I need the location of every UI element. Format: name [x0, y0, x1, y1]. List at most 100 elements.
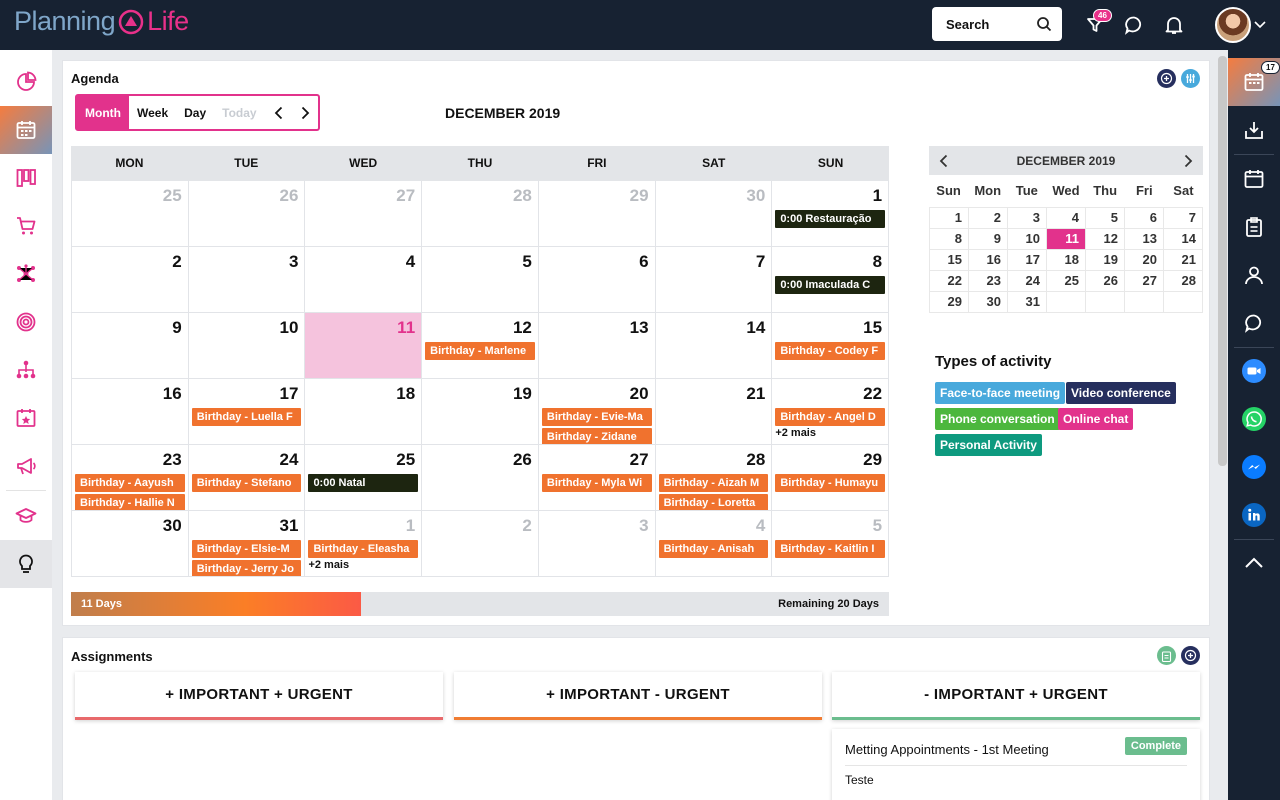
- mini-day[interactable]: 13: [1125, 229, 1164, 250]
- next-month-button[interactable]: [292, 96, 319, 129]
- calendar-day-cell[interactable]: 3: [539, 511, 656, 576]
- calendar-day-cell[interactable]: 21: [656, 379, 773, 444]
- mini-day[interactable]: 28: [1164, 271, 1203, 292]
- right-item-collapse[interactable]: [1228, 539, 1280, 587]
- page-scrollbar[interactable]: [1218, 56, 1227, 466]
- calendar-event[interactable]: 0:00 Restauração: [775, 210, 886, 228]
- calendar-day-cell[interactable]: 9: [72, 313, 189, 378]
- calendar-day-cell[interactable]: 8 0:00 Imaculada C: [772, 247, 890, 312]
- assignments-list-button[interactable]: [1157, 646, 1176, 665]
- calendar-day-cell[interactable]: 6: [539, 247, 656, 312]
- mini-day[interactable]: 25: [1047, 271, 1086, 292]
- notifications-button[interactable]: [1162, 13, 1186, 37]
- mini-day[interactable]: 29: [930, 292, 969, 313]
- calendar-event[interactable]: Birthday - Marlene: [425, 342, 535, 360]
- calendar-day-cell[interactable]: 29: [539, 181, 656, 246]
- calendar-event[interactable]: Birthday - Hallie N: [75, 494, 185, 510]
- sidebar-item-ideas[interactable]: [0, 540, 52, 588]
- calendar-day-cell[interactable]: 30: [72, 511, 189, 576]
- calendar-day-cell[interactable]: 25 0:00 Natal: [305, 445, 423, 510]
- add-assignment-button[interactable]: [1181, 646, 1200, 665]
- sidebar-item-marketing[interactable]: [0, 442, 52, 490]
- sidebar-item-training[interactable]: [0, 492, 52, 540]
- right-item-schedule[interactable]: [1228, 155, 1280, 203]
- mini-day[interactable]: 15: [930, 250, 969, 271]
- mini-day[interactable]: 23: [969, 271, 1008, 292]
- sidebar-item-organization[interactable]: [0, 346, 52, 394]
- mini-day[interactable]: 8: [930, 229, 969, 250]
- mini-day[interactable]: 22: [930, 271, 969, 292]
- calendar-day-cell[interactable]: 20 Birthday - Evie-Ma Birthday - Zidane: [539, 379, 656, 444]
- mini-day[interactable]: 11: [1047, 229, 1086, 250]
- right-item-tasks[interactable]: [1228, 203, 1280, 251]
- assignment-card[interactable]: Metting Appointments - 1st Meeting Compl…: [832, 729, 1200, 800]
- add-event-button[interactable]: [1157, 69, 1176, 88]
- right-item-linkedin[interactable]: [1228, 491, 1280, 539]
- activity-type-tag[interactable]: Video conference: [1066, 382, 1176, 404]
- calendar-day-cell[interactable]: 27: [305, 181, 423, 246]
- calendar-day-cell[interactable]: 22 Birthday - Angel D +2 mais: [772, 379, 890, 444]
- search-icon[interactable]: [1036, 16, 1052, 32]
- sidebar-item-shop[interactable]: [0, 202, 52, 250]
- calendar-day-cell[interactable]: 24 Birthday - Stefano: [189, 445, 306, 510]
- view-today-button[interactable]: Today: [214, 96, 264, 129]
- calendar-day-cell[interactable]: 17 Birthday - Luella F: [189, 379, 306, 444]
- calendar-day-cell[interactable]: 27 Birthday - Myla Wi: [539, 445, 656, 510]
- mini-day[interactable]: 30: [969, 292, 1008, 313]
- calendar-event[interactable]: Birthday - Myla Wi: [541, 474, 652, 492]
- right-item-messenger[interactable]: [1228, 443, 1280, 491]
- calendar-event[interactable]: Birthday - Elsie-M: [191, 540, 302, 558]
- app-logo[interactable]: Planning Life: [14, 6, 189, 37]
- mini-day[interactable]: 16: [969, 250, 1008, 271]
- calendar-event[interactable]: Birthday - Angel D: [775, 408, 886, 426]
- view-day-button[interactable]: Day: [176, 96, 214, 129]
- sidebar-item-network[interactable]: [0, 250, 52, 298]
- search-box[interactable]: Search: [932, 7, 1062, 41]
- mini-day[interactable]: 2: [969, 208, 1008, 229]
- calendar-day-cell[interactable]: 26: [189, 181, 306, 246]
- mini-day[interactable]: 31: [1008, 292, 1047, 313]
- mini-day[interactable]: 10: [1008, 229, 1047, 250]
- activity-type-tag[interactable]: Phone conversation: [935, 408, 1060, 430]
- mini-day[interactable]: 6: [1125, 208, 1164, 229]
- mini-day[interactable]: 3: [1008, 208, 1047, 229]
- mini-day[interactable]: 18: [1047, 250, 1086, 271]
- view-month-button[interactable]: Month: [77, 96, 129, 129]
- mini-day[interactable]: 9: [969, 229, 1008, 250]
- mini-day[interactable]: 12: [1086, 229, 1125, 250]
- calendar-event[interactable]: Birthday - Aayush: [75, 474, 185, 492]
- chevron-down-icon[interactable]: [1254, 21, 1266, 29]
- calendar-event[interactable]: Birthday - Evie-Ma: [541, 408, 652, 426]
- calendar-event[interactable]: Birthday - Kaitlin I: [775, 540, 886, 558]
- sidebar-item-dashboard[interactable]: [0, 58, 52, 106]
- calendar-day-cell[interactable]: 10: [189, 313, 306, 378]
- calendar-event[interactable]: Birthday - Luella F: [191, 408, 302, 426]
- calendar-day-cell[interactable]: 23 Birthday - Aayush Birthday - Hallie N: [72, 445, 189, 510]
- sidebar-item-goals[interactable]: [0, 298, 52, 346]
- calendar-event[interactable]: 0:00 Imaculada C: [775, 276, 886, 294]
- sidebar-item-events[interactable]: [0, 394, 52, 442]
- calendar-day-cell[interactable]: 5 Birthday - Kaitlin I: [772, 511, 890, 576]
- calendar-day-cell[interactable]: 16: [72, 379, 189, 444]
- calendar-day-cell[interactable]: 4 Birthday - Anisah: [656, 511, 773, 576]
- mini-day[interactable]: 7: [1164, 208, 1203, 229]
- calendar-day-cell[interactable]: 5: [422, 247, 539, 312]
- right-item-messages[interactable]: [1228, 299, 1280, 347]
- calendar-day-cell[interactable]: 28: [422, 181, 539, 246]
- right-item-whatsapp[interactable]: [1228, 395, 1280, 443]
- mini-day[interactable]: 21: [1164, 250, 1203, 271]
- calendar-day-cell[interactable]: 25: [72, 181, 189, 246]
- calendar-event[interactable]: 0:00 Natal: [308, 474, 419, 492]
- prev-month-button[interactable]: [265, 96, 292, 129]
- calendar-day-cell[interactable]: 19: [422, 379, 539, 444]
- mini-day[interactable]: 19: [1086, 250, 1125, 271]
- calendar-day-cell[interactable]: 26: [422, 445, 539, 510]
- calendar-day-cell[interactable]: 7: [656, 247, 773, 312]
- calendar-day-cell[interactable]: 28 Birthday - Aizah M Birthday - Loretta: [656, 445, 773, 510]
- calendar-event[interactable]: Birthday - Zidane: [541, 428, 652, 444]
- right-item-calendar[interactable]: 17: [1228, 58, 1280, 106]
- calendar-day-cell[interactable]: 30: [656, 181, 773, 246]
- mini-day[interactable]: 4: [1047, 208, 1086, 229]
- mini-day[interactable]: 27: [1125, 271, 1164, 292]
- mini-day[interactable]: 5: [1086, 208, 1125, 229]
